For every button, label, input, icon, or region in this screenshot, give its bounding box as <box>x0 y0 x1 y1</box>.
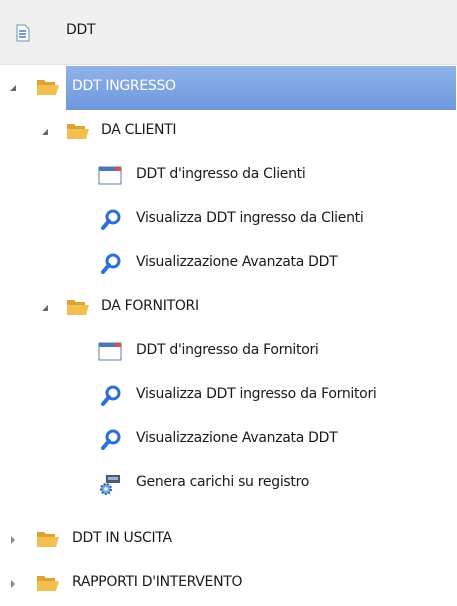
tree-node-label: DDT IN USCITA <box>72 530 172 546</box>
tree-item-ddt-ingresso-clienti[interactable]: DDT d'ingresso da Clienti <box>0 154 457 198</box>
open-folder-icon <box>67 124 89 139</box>
document-icon <box>16 24 30 42</box>
form-window-icon <box>98 342 122 361</box>
collapsed-arrow-icon[interactable] <box>8 579 18 589</box>
open-folder-icon <box>37 576 59 591</box>
tree-node-rapporti-intervento[interactable]: RAPPORTI D'INTERVENTO <box>0 562 457 606</box>
tree-item-visualizza-fornitori[interactable]: Visualizza DDT ingresso da Fornitori <box>0 374 457 418</box>
tree-item-label: DDT d'ingresso da Clienti <box>136 166 306 182</box>
tree-node-label: DA FORNITORI <box>101 298 199 314</box>
tree-item-label: Visualizzazione Avanzata DDT <box>136 430 338 446</box>
search-icon <box>101 385 121 406</box>
collapsed-arrow-icon[interactable] <box>8 535 18 545</box>
search-icon <box>101 209 121 230</box>
tree-node-label: DDT INGRESSO <box>72 78 176 94</box>
tree-item-label: Genera carichi su registro <box>136 474 310 490</box>
search-icon <box>101 429 121 450</box>
tree-item-label: DDT d'ingresso da Fornitori <box>136 342 319 358</box>
tree-node-ddt-ingresso[interactable]: DDT INGRESSO <box>0 66 457 110</box>
panel-title: DDT <box>66 22 96 38</box>
search-icon <box>101 253 121 274</box>
expanded-arrow-icon[interactable] <box>8 83 18 93</box>
form-window-icon <box>98 166 122 185</box>
tree-node-da-clienti[interactable]: DA CLIENTI <box>0 110 457 154</box>
tree-item-ddt-ingresso-fornitori[interactable]: DDT d'ingresso da Fornitori <box>0 330 457 374</box>
open-folder-icon <box>37 80 59 95</box>
tree-node-label: RAPPORTI D'INTERVENTO <box>72 574 243 590</box>
tree-node-label: DA CLIENTI <box>101 122 177 138</box>
tree-item-genera-carichi[interactable]: Genera carichi su registro <box>0 462 457 506</box>
expanded-arrow-icon[interactable] <box>40 127 50 137</box>
tree-item-visualizzazione-avanzata-clienti[interactable]: Visualizzazione Avanzata DDT <box>0 242 457 286</box>
tree-item-label: Visualizza DDT ingresso da Fornitori <box>136 386 377 402</box>
open-folder-icon <box>37 532 59 547</box>
tree-item-visualizzazione-avanzata-fornitori[interactable]: Visualizzazione Avanzata DDT <box>0 418 457 462</box>
tree-node-da-fornitori[interactable]: DA FORNITORI <box>0 286 457 330</box>
open-folder-icon <box>67 300 89 315</box>
tree-item-visualizza-clienti[interactable]: Visualizza DDT ingresso da Clienti <box>0 198 457 242</box>
expanded-arrow-icon[interactable] <box>40 303 50 313</box>
gear-process-icon <box>100 475 120 495</box>
tree-item-label: Visualizzazione Avanzata DDT <box>136 254 338 270</box>
tree-item-label: Visualizza DDT ingresso da Clienti <box>136 210 364 226</box>
tree-node-ddt-in-uscita[interactable]: DDT IN USCITA <box>0 518 457 562</box>
panel-header: DDT <box>0 0 457 65</box>
